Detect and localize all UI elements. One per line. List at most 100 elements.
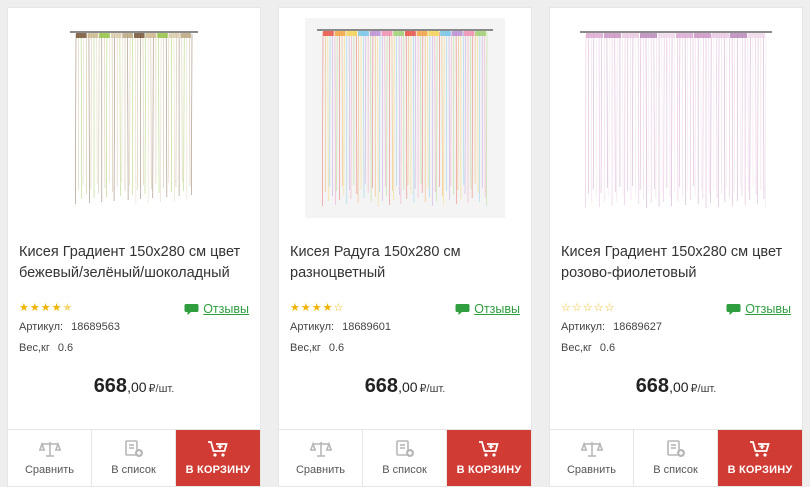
speech-bubble-icon (184, 303, 199, 315)
star-icon: ★ (40, 302, 51, 314)
product-image[interactable] (550, 18, 802, 228)
price-cents: ,00 (669, 379, 689, 395)
star-icon: ☆ (593, 302, 604, 314)
wishlist-button[interactable]: В список (634, 430, 718, 486)
sku-value: 18689563 (71, 321, 121, 333)
star-icon: ★ (29, 302, 40, 314)
star-icon: ★ (322, 302, 333, 314)
sku-row: Артикул: 18689563 (19, 321, 120, 333)
curtain-image (580, 31, 772, 209)
add-to-cart-label: В КОРЗИНУ (727, 464, 793, 476)
speech-bubble-icon (726, 303, 741, 315)
add-to-cart-button[interactable]: В КОРЗИНУ (176, 430, 260, 486)
compare-button[interactable]: Сравнить (8, 430, 92, 486)
reviews-link[interactable]: Отзывы (184, 302, 249, 316)
reviews-label[interactable]: Отзывы (745, 302, 791, 316)
price-cents: ,00 (398, 379, 418, 395)
add-to-cart-button[interactable]: В КОРЗИНУ (718, 430, 802, 486)
weight-label: Вес,кг (561, 342, 592, 354)
star-icon: ★ (300, 302, 311, 314)
product-card[interactable]: Кисея Радуга 150х280 см разноцветный ★ ★ ★… (278, 7, 532, 487)
reviews-label[interactable]: Отзывы (203, 302, 249, 316)
sku-value: 18689627 (613, 321, 663, 333)
cart-add-icon (750, 441, 770, 457)
reviews-link[interactable]: Отзывы (726, 302, 791, 316)
price-cents: ,00 (127, 379, 147, 395)
cart-add-icon (479, 441, 499, 457)
weight-value: 0.6 (57, 342, 74, 354)
sku-value: 18689601 (342, 321, 392, 333)
product-image[interactable] (8, 18, 260, 228)
price-unit: ₽/шт. (148, 383, 175, 395)
wishlist-button[interactable]: В список (363, 430, 447, 486)
compare-label: Сравнить (24, 464, 74, 476)
price: 668,00 ₽/шт. (279, 375, 531, 398)
rating-stars: ☆ ☆ ☆ ☆ ☆ (561, 302, 614, 314)
reviews-link[interactable]: Отзывы (455, 302, 520, 316)
cart-add-icon (208, 441, 228, 457)
price: 668,00 ₽/шт. (550, 375, 802, 398)
product-image[interactable] (279, 18, 531, 228)
card-actions: Сравнить В список В КОРЗИНУ (8, 429, 260, 486)
product-grid: Кисея Градиент 150х280 см цвет бежевый/з… (0, 0, 810, 487)
product-card[interactable]: Кисея Градиент 150х280 см цвет розово-фи… (549, 7, 803, 487)
speech-bubble-icon (455, 303, 470, 315)
compare-label: Сравнить (295, 464, 345, 476)
product-title[interactable]: Кисея Радуга 150х280 см разноцветный (290, 242, 524, 284)
list-add-icon (395, 440, 414, 457)
list-add-icon (124, 440, 143, 457)
compare-button[interactable]: Сравнить (550, 430, 634, 486)
rating-stars: ★ ★ ★ ★ ★ (19, 302, 72, 314)
star-icon: ☆ (333, 302, 344, 314)
price-whole: 668 (364, 375, 399, 397)
add-to-cart-label: В КОРЗИНУ (456, 464, 522, 476)
curtain-image (305, 18, 505, 218)
wishlist-label: В список (653, 464, 698, 476)
wishlist-button[interactable]: В список (92, 430, 176, 486)
weight-row: Вес,кг 0.6 (290, 342, 344, 354)
star-icon: ☆ (571, 302, 582, 314)
product-title[interactable]: Кисея Градиент 150х280 см цвет бежевый/з… (19, 242, 253, 284)
product-title[interactable]: Кисея Градиент 150х280 см цвет розово-фи… (561, 242, 795, 284)
compare-button[interactable]: Сравнить (279, 430, 363, 486)
price: 668,00 ₽/шт. (8, 375, 260, 398)
sku-row: Артикул: 18689627 (561, 321, 662, 333)
star-icon: ★ (290, 302, 300, 314)
curtain-image (70, 31, 198, 205)
star-icon: ★ (51, 302, 62, 314)
price-whole: 668 (93, 375, 128, 397)
wishlist-label: В список (111, 464, 156, 476)
weight-value: 0.6 (328, 342, 345, 354)
list-add-icon (666, 440, 685, 457)
price-unit: ₽/шт. (690, 383, 717, 395)
product-card[interactable]: Кисея Градиент 150х280 см цвет бежевый/з… (7, 7, 261, 487)
weight-label: Вес,кг (290, 342, 321, 354)
sku-row: Артикул: 18689601 (290, 321, 391, 333)
weight-row: Вес,кг 0.6 (561, 342, 615, 354)
sku-label: Артикул: (290, 321, 335, 333)
weight-row: Вес,кг 0.6 (19, 342, 73, 354)
scales-icon (309, 441, 332, 457)
scales-icon (38, 441, 61, 457)
weight-value: 0.6 (599, 342, 616, 354)
card-actions: Сравнить В список В КОРЗИНУ (279, 429, 531, 486)
compare-label: Сравнить (566, 464, 616, 476)
card-actions: Сравнить В список В КОРЗИНУ (550, 429, 802, 486)
star-icon: ★ (19, 302, 29, 314)
star-icon: ☆ (604, 302, 615, 314)
price-unit: ₽/шт. (419, 383, 446, 395)
star-icon: ☆ (582, 302, 593, 314)
add-to-cart-label: В КОРЗИНУ (185, 464, 251, 476)
add-to-cart-button[interactable]: В КОРЗИНУ (447, 430, 531, 486)
wishlist-label: В список (382, 464, 427, 476)
reviews-label[interactable]: Отзывы (474, 302, 520, 316)
price-whole: 668 (635, 375, 670, 397)
scales-icon (580, 441, 603, 457)
rating-stars: ★ ★ ★ ★ ☆ (290, 302, 343, 314)
weight-label: Вес,кг (19, 342, 50, 354)
star-icon: ★ (62, 302, 73, 314)
star-icon: ★ (311, 302, 322, 314)
sku-label: Артикул: (19, 321, 64, 333)
sku-label: Артикул: (561, 321, 606, 333)
star-icon: ☆ (561, 302, 571, 314)
